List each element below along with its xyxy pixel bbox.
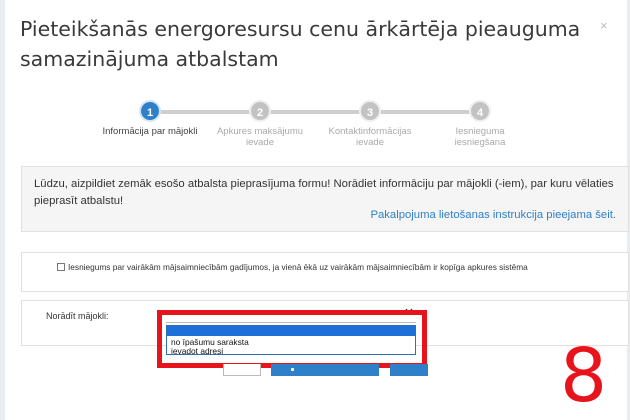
chevron-down-icon — [405, 308, 413, 314]
step-label: Iesnieguma iesniegšana — [454, 126, 506, 148]
multi-household-checkbox[interactable] — [57, 263, 65, 271]
step-2[interactable]: 2 Apkures maksājumu ievade — [210, 100, 310, 148]
step-number-circle: 2 — [249, 100, 271, 122]
property-select-options: no īpašumu saraksta ievadot adresi — [166, 325, 416, 356]
next-button-glyph — [291, 368, 294, 371]
left-rail — [0, 0, 5, 420]
multi-household-checkbox-label[interactable]: Iesniegums par vairākām mājsaimniecībām … — [68, 262, 528, 272]
stepper: 1 Informācija par mājokli 2 Apkures maks… — [100, 100, 540, 154]
step-label: Apkures maksājumu ievade — [216, 126, 304, 148]
info-text: Lūdzu, aizpildiet zemāk esošo atbalsta p… — [34, 178, 614, 207]
step-number-circle: 1 — [139, 100, 161, 122]
page: Pieteikšanās energoresursu cenu ārkārtēj… — [0, 0, 630, 420]
step-number-circle: 3 — [359, 100, 381, 122]
cancel-button[interactable] — [390, 364, 428, 376]
close-icon[interactable]: × — [600, 18, 608, 33]
next-button[interactable] — [271, 364, 379, 376]
step-label: Kontaktinformācijas ievade — [328, 126, 412, 148]
page-title: Pieteikšanās energoresursu cenu ārkārtēj… — [20, 17, 581, 71]
property-select-label: Norādīt mājokli: — [46, 311, 109, 321]
info-box: Lūdzu, aizpildiet zemāk esošo atbalsta p… — [21, 166, 629, 232]
step-3[interactable]: 3 Kontaktinformācijas ievade — [320, 100, 420, 148]
multi-household-section: Iesniegums par vairākām mājsaimniecībām … — [21, 252, 629, 292]
back-button[interactable] — [223, 364, 261, 376]
step-1[interactable]: 1 Informācija par mājokli — [100, 100, 200, 137]
step-4[interactable]: 4 Iesnieguma iesniegšana — [430, 100, 530, 148]
option-enter-address[interactable]: ievadot adresi — [171, 346, 223, 356]
option-highlight — [167, 326, 415, 336]
step-label: Informācija par mājokli — [102, 126, 198, 137]
step-number-circle: 4 — [469, 100, 491, 122]
property-select[interactable] — [166, 307, 416, 323]
annotation-step-number: 8 — [560, 333, 608, 419]
instructions-link[interactable]: Pakalpojuma lietošanas instrukcija pieej… — [370, 209, 616, 221]
